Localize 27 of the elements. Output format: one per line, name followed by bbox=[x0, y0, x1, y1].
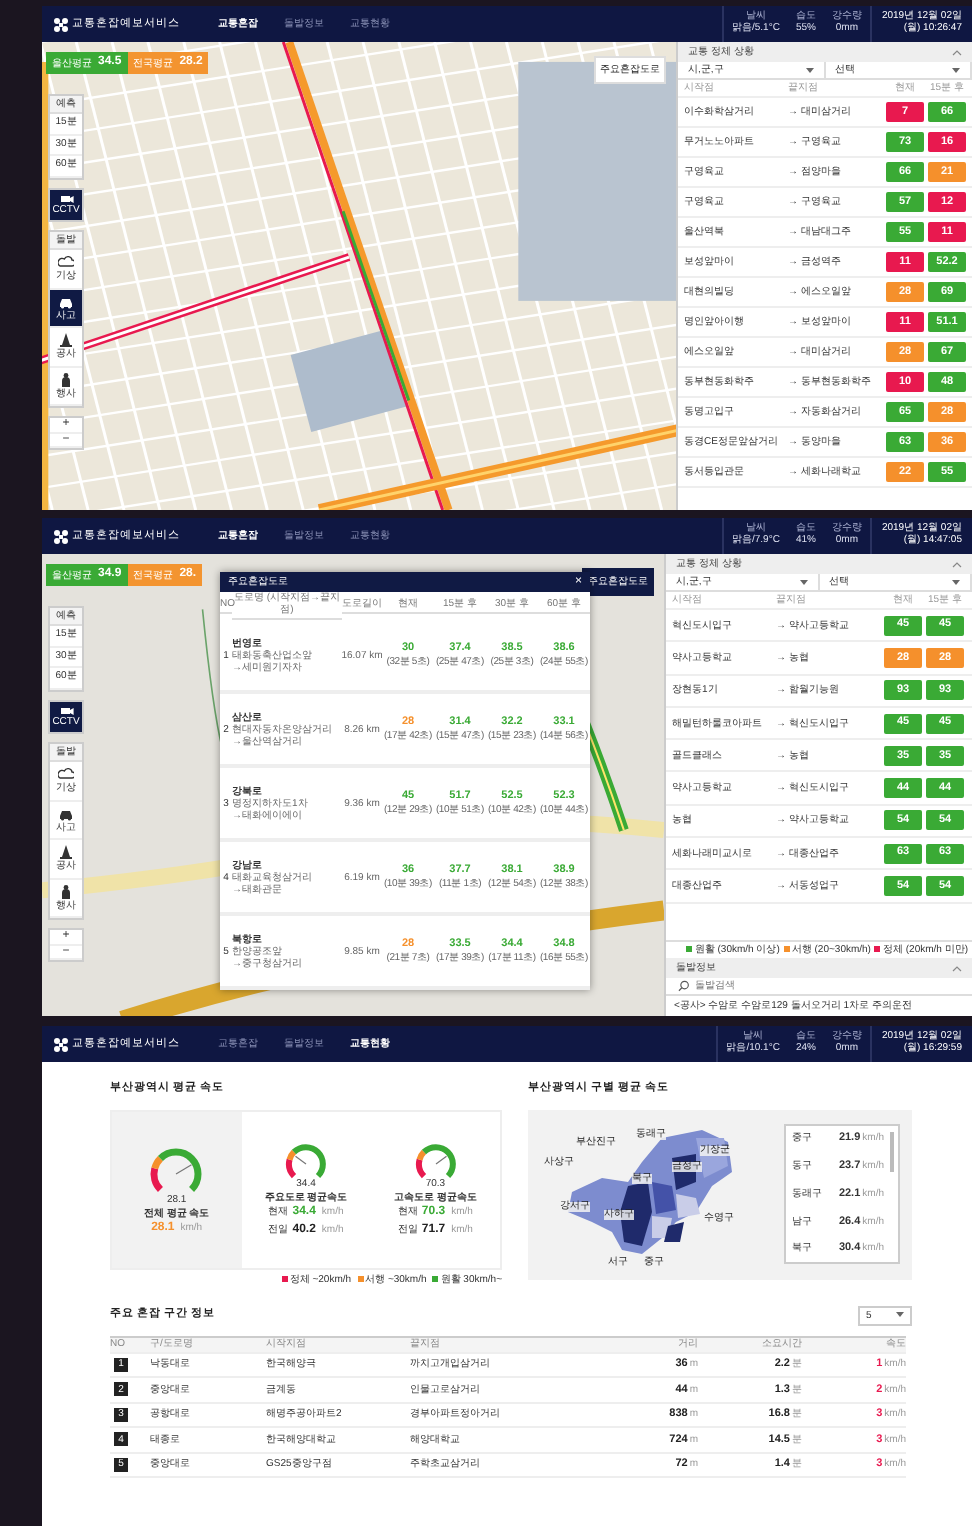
camera-icon bbox=[59, 193, 73, 203]
cloud-icon bbox=[58, 766, 74, 782]
chevron-up-icon bbox=[952, 49, 962, 55]
gauge-drawing bbox=[148, 1143, 205, 1195]
person-icon bbox=[58, 371, 74, 387]
caret-icon bbox=[799, 579, 807, 585]
car-icon bbox=[58, 293, 74, 309]
logo-icon bbox=[54, 529, 68, 543]
caret-icon bbox=[952, 579, 960, 585]
map-drawing[interactable] bbox=[42, 42, 676, 510]
cone-icon bbox=[58, 844, 74, 860]
gauge-drawing bbox=[284, 1140, 328, 1181]
scrollbar bbox=[890, 1132, 894, 1173]
person-icon bbox=[58, 883, 74, 899]
logo-icon bbox=[54, 17, 68, 31]
search-icon bbox=[678, 980, 690, 992]
cone-icon bbox=[58, 332, 74, 348]
gauge-drawing bbox=[413, 1140, 458, 1181]
caret-icon bbox=[805, 67, 813, 73]
camera-icon bbox=[59, 705, 73, 715]
car-icon bbox=[58, 805, 74, 821]
chevron-up-icon bbox=[952, 561, 962, 567]
chevron-up-icon bbox=[952, 965, 962, 971]
caret-icon bbox=[896, 1312, 904, 1319]
caret-icon bbox=[952, 67, 960, 73]
logo-icon bbox=[54, 1037, 68, 1051]
cloud-icon bbox=[58, 254, 74, 270]
